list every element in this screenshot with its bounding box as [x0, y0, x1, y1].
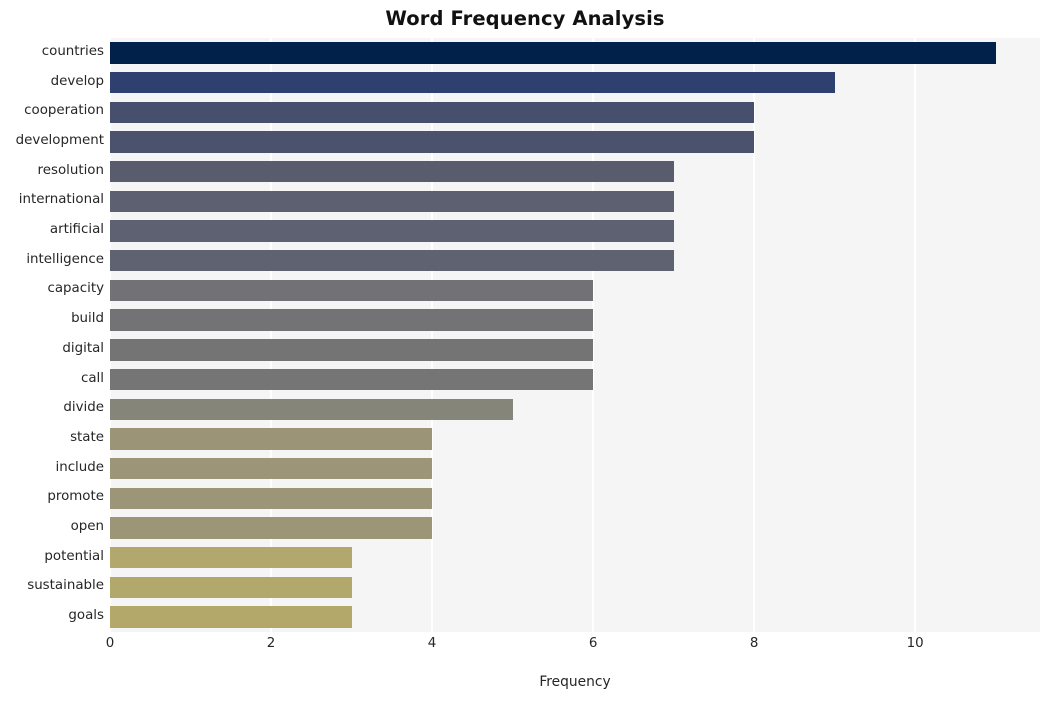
y-tick-label: potential	[44, 548, 104, 564]
y-tick-label: state	[70, 429, 104, 445]
bar-row	[110, 573, 1040, 603]
y-tick-label: intelligence	[26, 251, 104, 267]
bar[interactable]	[110, 42, 996, 64]
bar[interactable]	[110, 190, 674, 213]
bar-row	[110, 454, 1040, 484]
x-tick-label: 10	[906, 636, 924, 651]
y-tick-label: countries	[41, 43, 104, 59]
bar-row	[110, 157, 1040, 187]
bar[interactable]	[110, 606, 352, 628]
y-tick-label: artificial	[49, 222, 104, 238]
x-tick-label: 4	[427, 636, 437, 651]
bar-row	[110, 365, 1040, 395]
y-tick-label: resolution	[37, 162, 104, 178]
bar[interactable]	[110, 368, 594, 391]
bar-row	[110, 276, 1040, 306]
bar-row	[110, 394, 1040, 424]
x-tick-label: 2	[266, 636, 276, 651]
bar-row	[110, 484, 1040, 514]
y-tick-label: sustainable	[27, 578, 104, 594]
y-tick-label: call	[80, 370, 104, 386]
chart-title: Word Frequency Analysis	[385, 7, 665, 30]
bar-row	[110, 513, 1040, 543]
x-tick-label: 8	[749, 636, 759, 651]
bar-row	[110, 97, 1040, 127]
y-tick-label: development	[15, 132, 104, 148]
bar-row	[110, 424, 1040, 454]
bar-row	[110, 216, 1040, 246]
y-tick-label: develop	[50, 73, 104, 89]
bar[interactable]	[110, 576, 352, 599]
bar-row	[110, 187, 1040, 217]
x-tick-label: 0	[105, 636, 115, 651]
bar[interactable]	[110, 71, 835, 94]
bar-row	[110, 38, 1040, 68]
plot-area	[109, 38, 1040, 632]
y-tick-label: cooperation	[24, 103, 104, 119]
y-tick-label: digital	[62, 340, 104, 356]
bar-row	[110, 127, 1040, 157]
x-tick-label: 6	[588, 636, 598, 651]
y-axis-tick-labels: countries develop cooperation development re…	[0, 38, 104, 632]
y-tick-label: divide	[63, 400, 104, 416]
bar[interactable]	[110, 457, 433, 480]
bar-row	[110, 246, 1040, 276]
bar[interactable]	[110, 339, 594, 361]
y-tick-label: capacity	[47, 281, 104, 297]
bar-row	[110, 543, 1040, 573]
bar[interactable]	[110, 220, 674, 242]
y-tick-label: international	[18, 192, 104, 208]
bar[interactable]	[110, 398, 513, 420]
bar[interactable]	[110, 250, 674, 272]
bar[interactable]	[110, 517, 433, 539]
y-tick-label: open	[70, 519, 104, 535]
bar-row	[110, 68, 1040, 98]
bar[interactable]	[110, 547, 352, 569]
bar[interactable]	[110, 131, 755, 153]
bar-row	[110, 335, 1040, 365]
bar[interactable]	[110, 309, 594, 331]
y-tick-label: build	[71, 311, 104, 327]
bar[interactable]	[110, 279, 594, 302]
x-axis-tick-labels: 0 2 4 6 8 10	[106, 636, 1040, 658]
bar[interactable]	[110, 428, 433, 450]
y-tick-label: goals	[68, 608, 104, 624]
bar[interactable]	[110, 160, 674, 183]
bar-row	[110, 602, 1040, 632]
word-frequency-bar-chart-figure: Word Frequency Analysis countries develop…	[0, 0, 1050, 701]
y-tick-label: include	[55, 459, 104, 475]
x-axis-label: Frequency	[539, 674, 611, 690]
y-tick-label: promote	[47, 489, 104, 505]
bar-row	[110, 305, 1040, 335]
bar[interactable]	[110, 101, 755, 123]
bar[interactable]	[110, 487, 433, 510]
